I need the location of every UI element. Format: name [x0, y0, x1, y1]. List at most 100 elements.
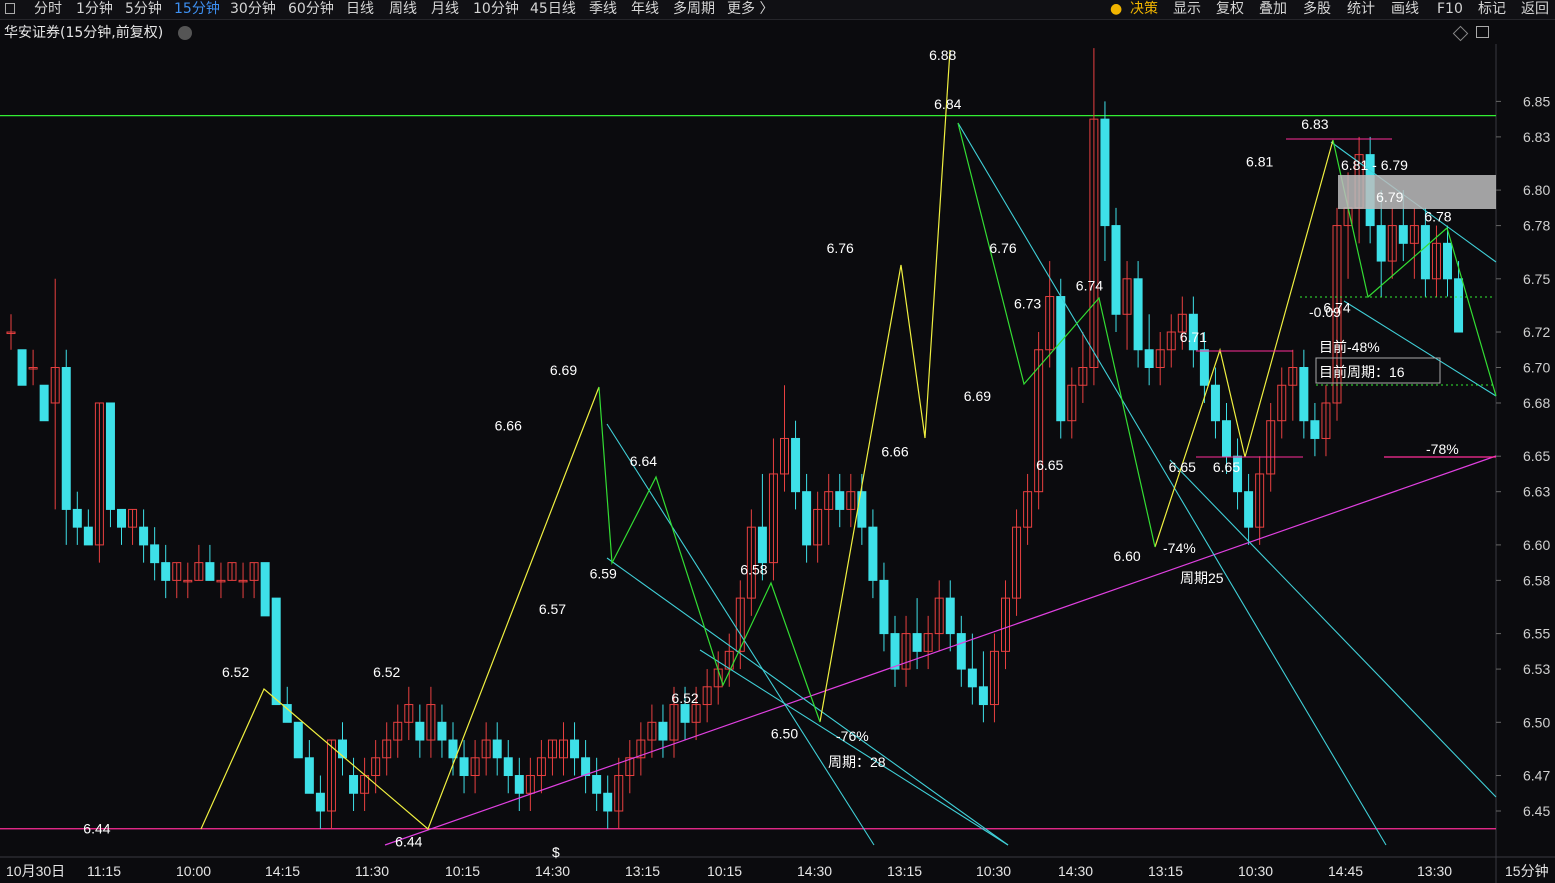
x-tick-label: 11:15 — [87, 863, 121, 879]
x-tick-label: 10:30 — [976, 863, 1011, 879]
x-tick-label: 14:30 — [1058, 863, 1093, 879]
annotation-label: 目前周期：16 — [1319, 364, 1405, 380]
price-label: 6.71 — [1180, 329, 1207, 345]
candle-body[interactable] — [1398, 225, 1408, 244]
price-zone-box — [1338, 175, 1496, 209]
candle-body[interactable] — [83, 526, 93, 546]
candle-body[interactable] — [105, 402, 115, 510]
y-tick-label: 6.78 — [1523, 218, 1550, 234]
price-label: 6.65 — [1213, 459, 1240, 475]
y-tick-label: 6.53 — [1523, 661, 1550, 677]
candle-body[interactable] — [514, 775, 524, 794]
kline-chart[interactable]: 6.85 6.83 6.80 6.78 6.75 6.72 6.70 6.68 6.65 6.63… — [0, 0, 1555, 883]
candle-body[interactable] — [260, 562, 270, 617]
candle-body[interactable] — [592, 775, 602, 794]
candle-body[interactable] — [1133, 278, 1143, 351]
candle-body[interactable] — [967, 668, 977, 688]
y-tick-label: 6.50 — [1523, 714, 1550, 730]
price-label: 6.44 — [83, 821, 110, 837]
candle-body[interactable] — [338, 739, 347, 759]
candle-body[interactable] — [448, 739, 458, 759]
candle-body[interactable] — [293, 721, 303, 759]
candle-body[interactable] — [879, 579, 889, 635]
candle-body[interactable] — [150, 544, 160, 564]
candle-body[interactable] — [857, 491, 867, 528]
candle-body[interactable] — [349, 775, 359, 794]
y-tick-label: 6.83 — [1523, 129, 1550, 145]
y-tick-label: 6.60 — [1523, 537, 1550, 553]
y-tick-label: 6.47 — [1523, 768, 1550, 784]
candle-body[interactable] — [802, 491, 812, 546]
candle-body[interactable] — [1144, 349, 1154, 369]
candle-body[interactable] — [912, 633, 922, 652]
candle-body[interactable] — [1210, 384, 1220, 422]
candle-body[interactable] — [72, 508, 82, 528]
x-tick-label: 10:30 — [1238, 863, 1273, 879]
candle-body[interactable] — [581, 757, 591, 777]
price-label: 6.88 — [929, 47, 956, 63]
annotation-label: 6.81 - 6.79 — [1341, 157, 1408, 173]
candle-body[interactable] — [835, 491, 845, 510]
price-label: 6.74 — [1076, 278, 1103, 294]
price-label: 6.83 — [1301, 116, 1328, 132]
candle-body[interactable] — [603, 792, 613, 812]
annotation-label: -76% — [836, 728, 869, 744]
candle-body[interactable] — [1376, 225, 1386, 262]
annotation-label: -74% — [1163, 540, 1196, 556]
candle-body[interactable] — [868, 526, 878, 581]
candle-body[interactable] — [757, 526, 767, 564]
price-label: 6.65 — [1169, 459, 1196, 475]
candle-body[interactable] — [1100, 118, 1110, 227]
candle-body[interactable] — [791, 437, 801, 493]
candle-body[interactable] — [139, 526, 149, 546]
candle-body[interactable] — [459, 757, 469, 777]
candle-body[interactable] — [492, 739, 502, 759]
candle-body[interactable] — [570, 739, 580, 759]
candle-body[interactable] — [437, 721, 447, 741]
price-label: 6.78 — [1424, 209, 1451, 225]
candle-body[interactable] — [658, 721, 668, 741]
candle-body[interactable] — [61, 367, 71, 510]
price-label: 6.79 — [1376, 189, 1403, 205]
candle-body[interactable] — [945, 597, 955, 635]
candle-body[interactable] — [117, 508, 126, 528]
candle-body[interactable] — [1310, 420, 1320, 439]
candle-body[interactable] — [1111, 225, 1121, 315]
candle-body[interactable] — [680, 704, 690, 723]
x-tick-label: 13:30 — [1417, 863, 1452, 879]
candle-body[interactable] — [1443, 242, 1452, 280]
candle-body[interactable] — [1222, 420, 1231, 457]
candle-body[interactable] — [1199, 349, 1209, 386]
y-tick-label: 6.55 — [1523, 626, 1550, 642]
price-label: 6.57 — [539, 601, 566, 617]
price-label: 6.58 — [740, 561, 767, 577]
candle-body[interactable] — [1299, 367, 1309, 422]
candle-body[interactable] — [1244, 491, 1254, 528]
y-tick-label: 6.70 — [1523, 360, 1550, 376]
candle-body[interactable] — [1454, 278, 1464, 333]
y-tick-label: 6.75 — [1523, 271, 1550, 287]
candle-body[interactable] — [161, 562, 171, 581]
candle-body[interactable] — [39, 384, 49, 422]
candle-body[interactable] — [17, 349, 27, 386]
channel-line — [606, 423, 875, 846]
candle-body[interactable] — [415, 721, 425, 741]
candle-body[interactable] — [271, 597, 281, 706]
candle-body[interactable] — [315, 792, 325, 812]
price-label: 6.60 — [1113, 548, 1140, 564]
x-tick-label: 10:00 — [176, 863, 211, 879]
price-label: 6.84 — [934, 96, 961, 112]
y-tick-label: 6.85 — [1523, 93, 1550, 109]
candle-body[interactable] — [503, 757, 513, 777]
candle-body[interactable] — [890, 633, 900, 670]
candle-body[interactable] — [1420, 225, 1430, 280]
x-tick-label: 13:15 — [1148, 863, 1183, 879]
candle-body[interactable] — [304, 757, 314, 794]
annotation-label: -78% — [1426, 441, 1459, 457]
zigzag-green — [598, 386, 821, 723]
candle-body[interactable] — [978, 686, 988, 706]
candle-body[interactable] — [1056, 296, 1066, 422]
candle-body[interactable] — [205, 562, 215, 581]
candle-body[interactable] — [956, 633, 966, 670]
price-label: 6.76 — [827, 240, 854, 256]
